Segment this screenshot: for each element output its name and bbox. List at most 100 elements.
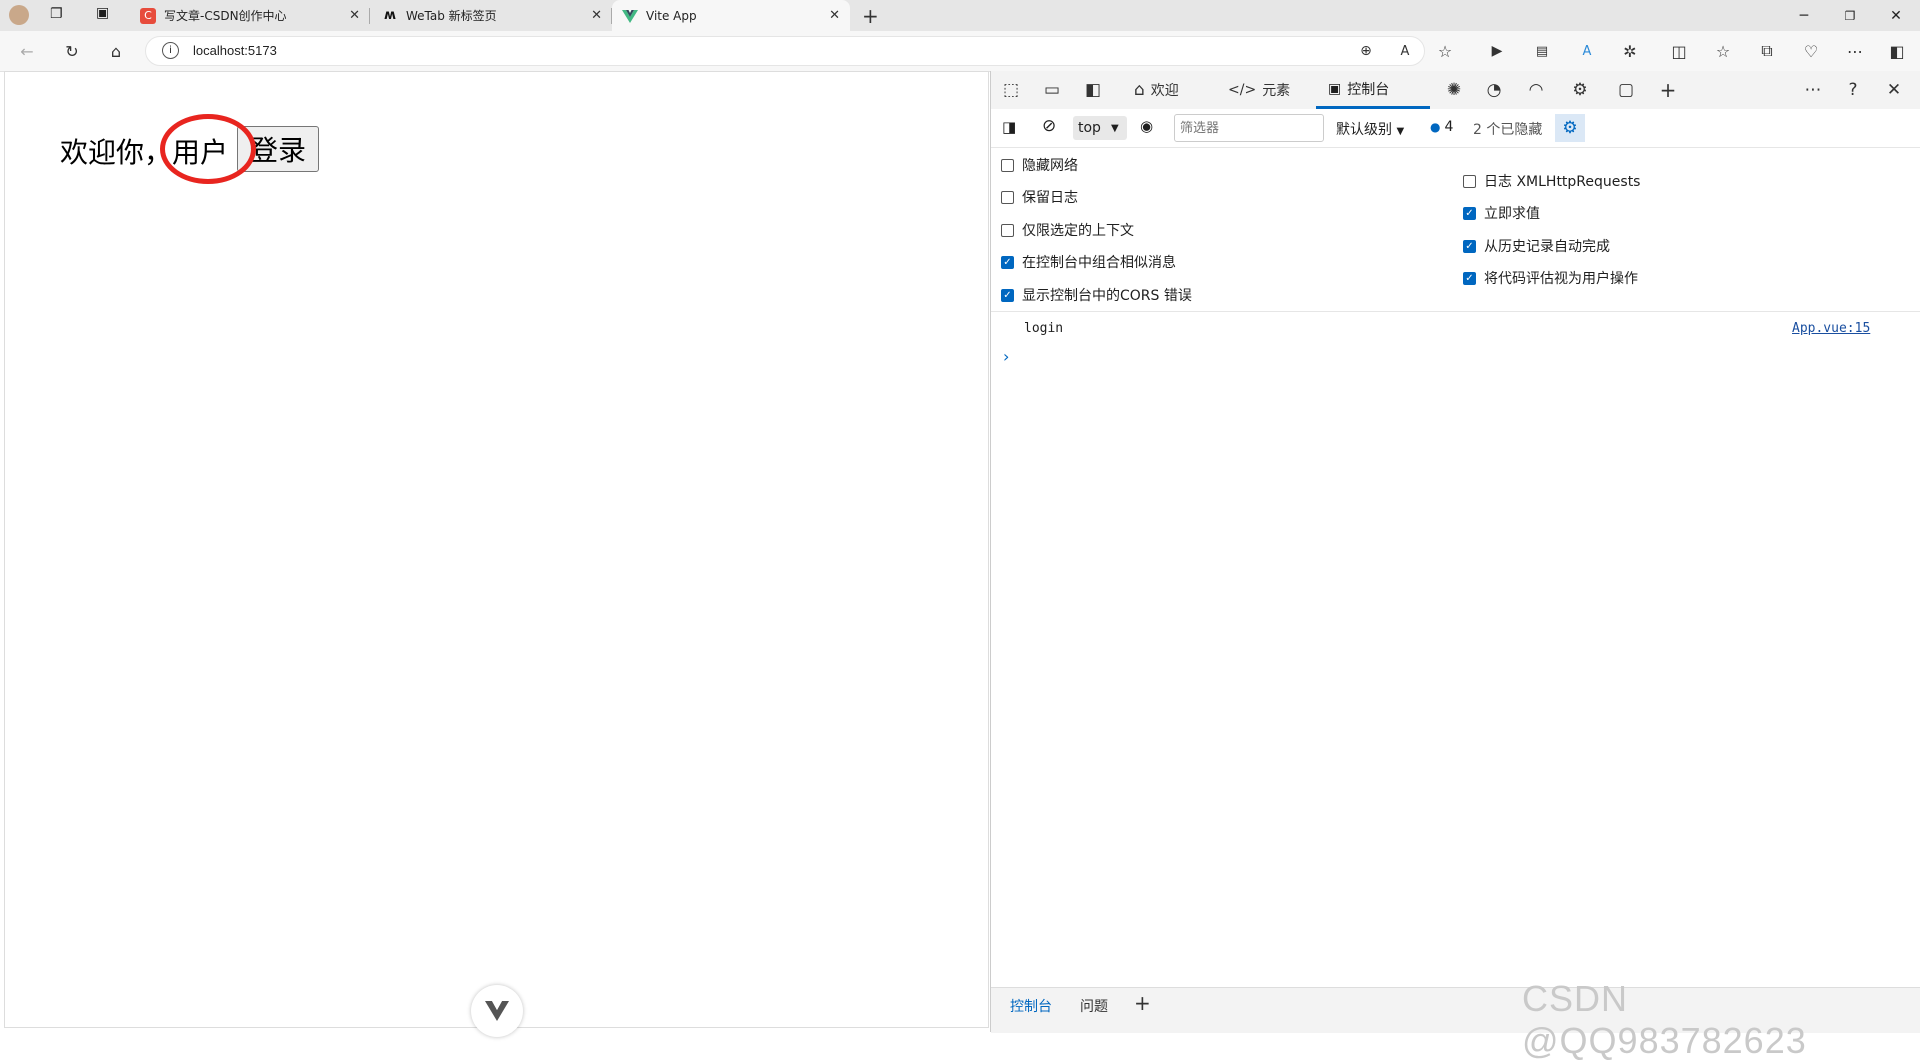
checkbox[interactable]: [1001, 158, 1014, 172]
close-window-icon[interactable]: ✕: [1873, 0, 1919, 31]
vue-favicon-icon: [622, 8, 638, 24]
back-icon[interactable]: ←: [10, 31, 44, 71]
split-screen-icon[interactable]: ◫: [1662, 31, 1696, 71]
memory-icon[interactable]: ⚙: [1562, 71, 1598, 109]
new-tab-icon[interactable]: +: [862, 4, 879, 28]
close-icon[interactable]: ✕: [591, 8, 602, 23]
tab-elements[interactable]: </> 元素: [1228, 71, 1290, 109]
context-select[interactable]: top ▼: [1073, 116, 1127, 140]
device-emulation-icon[interactable]: ▭: [1034, 71, 1070, 109]
add-drawer-tab-icon[interactable]: +: [1134, 991, 1151, 1015]
minimize-icon[interactable]: ─: [1781, 0, 1827, 31]
live-expression-eye-icon[interactable]: ◉: [1140, 117, 1153, 135]
extension-icon[interactable]: ▤: [1525, 31, 1559, 71]
setting-group-similar[interactable]: ✓ 在控制台中组合相似消息: [1001, 252, 1176, 272]
address-bar[interactable]: [145, 36, 1425, 66]
setting-autocomplete-history[interactable]: ✓ 从历史记录自动完成: [1463, 236, 1610, 256]
tab-welcome[interactable]: ⌂ 欢迎: [1134, 71, 1179, 109]
bug-icon[interactable]: ✺: [1436, 71, 1472, 109]
vue-devtools-button[interactable]: [471, 985, 523, 1037]
workspaces-icon[interactable]: ❐: [50, 6, 63, 22]
checkbox-checked[interactable]: ✓: [1463, 206, 1476, 220]
close-devtools-icon[interactable]: ✕: [1876, 71, 1912, 109]
source-link[interactable]: App.vue:15: [1792, 321, 1870, 336]
network-wifi-icon[interactable]: ◠: [1518, 71, 1554, 109]
message-count-badge[interactable]: ● 4: [1430, 119, 1453, 135]
setting-label: 立即求值: [1484, 206, 1540, 222]
setting-preserve-log[interactable]: 保留日志: [1001, 187, 1078, 207]
checkbox[interactable]: [1001, 223, 1014, 237]
checkbox-checked[interactable]: ✓: [1001, 255, 1014, 269]
setting-eager-eval[interactable]: ✓ 立即求值: [1463, 203, 1540, 223]
extensions-puzzle-icon[interactable]: ✲: [1613, 31, 1647, 71]
more-tools-icon[interactable]: ⋯: [1795, 71, 1831, 109]
context-value: top: [1078, 120, 1101, 136]
favorites-icon[interactable]: ☆: [1706, 31, 1740, 71]
close-icon[interactable]: ✕: [349, 8, 360, 23]
dropdown-icon: ▼: [1396, 126, 1405, 137]
application-icon[interactable]: ▢: [1608, 71, 1644, 109]
profile-avatar[interactable]: [9, 5, 29, 25]
tab-csdn[interactable]: C 写文章-CSDN创作中心 ✕: [130, 0, 370, 31]
tab-console[interactable]: ▣ 控制台: [1316, 71, 1430, 109]
browser-essentials-icon[interactable]: ♡: [1794, 31, 1828, 71]
home-icon[interactable]: ⌂: [99, 31, 133, 71]
read-aloud-icon[interactable]: A: [1388, 31, 1422, 71]
performance-icon[interactable]: ◔: [1476, 71, 1512, 109]
watermark: CSDN @QQ983782623: [1522, 978, 1807, 1061]
restore-icon[interactable]: ❐: [1827, 0, 1873, 31]
sidebar-icon[interactable]: ◨: [1002, 118, 1016, 136]
log-level-label: 默认级别: [1336, 122, 1392, 138]
setting-log-xhr[interactable]: 日志 XMLHttpRequests: [1463, 171, 1640, 191]
console-message: login: [1024, 321, 1064, 336]
setting-user-activation[interactable]: ✓ 将代码评估视为用户操作: [1463, 268, 1638, 288]
refresh-icon[interactable]: ↻: [55, 31, 89, 71]
close-icon[interactable]: ✕: [829, 8, 840, 23]
translate-extension-icon[interactable]: A: [1570, 31, 1604, 71]
setting-label: 在控制台中组合相似消息: [1022, 255, 1176, 271]
tab-title: WeTab 新标签页: [406, 9, 497, 23]
console-settings-gear-icon[interactable]: ⚙: [1555, 114, 1585, 142]
add-tool-icon[interactable]: +: [1650, 71, 1686, 109]
setting-hide-network[interactable]: 隐藏网络: [1001, 155, 1078, 175]
sidebar-toggle-icon[interactable]: ◧: [1880, 31, 1914, 71]
console-prompt-icon[interactable]: ›: [1003, 347, 1009, 366]
page-viewport: [4, 71, 989, 1028]
play-extension-icon[interactable]: ▶: [1480, 31, 1514, 71]
tab-title: 写文章-CSDN创作中心: [164, 9, 287, 23]
collections-icon[interactable]: ⧉: [1750, 31, 1784, 71]
help-icon[interactable]: ?: [1835, 71, 1871, 109]
tab-vite-app[interactable]: Vite App ✕: [612, 0, 850, 31]
drawer-tab-issues[interactable]: 问题: [1080, 996, 1108, 1016]
checkbox[interactable]: [1463, 174, 1476, 188]
setting-cors-errors[interactable]: ✓ 显示控制台中的CORS 错误: [1001, 285, 1192, 305]
drawer-tab-console[interactable]: 控制台: [1010, 996, 1052, 1016]
tab-actions-icon[interactable]: ▣: [96, 5, 109, 21]
tab-wetab[interactable]: ʍ WeTab 新标签页 ✕: [372, 0, 612, 31]
log-level-select[interactable]: 默认级别 ▼: [1336, 119, 1404, 139]
console-toolbar: [991, 109, 1920, 148]
favorite-star-icon[interactable]: ☆: [1428, 31, 1462, 71]
site-info-icon[interactable]: i: [162, 42, 179, 59]
setting-label: 日志 XMLHttpRequests: [1484, 174, 1641, 190]
tab-label: 元素: [1262, 83, 1291, 99]
zoom-icon[interactable]: ⊕: [1349, 31, 1383, 71]
checkbox[interactable]: [1001, 190, 1014, 204]
devtools-panel: [990, 71, 1920, 1032]
checkbox-checked[interactable]: ✓: [1001, 288, 1014, 302]
setting-label: 将代码评估视为用户操作: [1484, 271, 1638, 287]
wetab-favicon-icon: ʍ: [383, 7, 396, 23]
divider: [991, 311, 1920, 312]
message-count: 4: [1444, 119, 1454, 135]
setting-selected-context[interactable]: 仅限选定的上下文: [1001, 220, 1134, 240]
checkbox-checked[interactable]: ✓: [1463, 239, 1476, 253]
home-icon: ⌂: [1134, 80, 1145, 100]
more-menu-icon[interactable]: ⋯: [1838, 31, 1872, 71]
dock-icon[interactable]: ◧: [1075, 71, 1111, 109]
setting-label: 从历史记录自动完成: [1484, 239, 1610, 255]
inspect-icon[interactable]: ⬚: [993, 71, 1029, 109]
console-icon: ▣: [1328, 80, 1342, 97]
filter-input[interactable]: [1174, 114, 1324, 142]
clear-console-icon[interactable]: ⊘: [1042, 116, 1056, 136]
checkbox-checked[interactable]: ✓: [1463, 271, 1476, 285]
